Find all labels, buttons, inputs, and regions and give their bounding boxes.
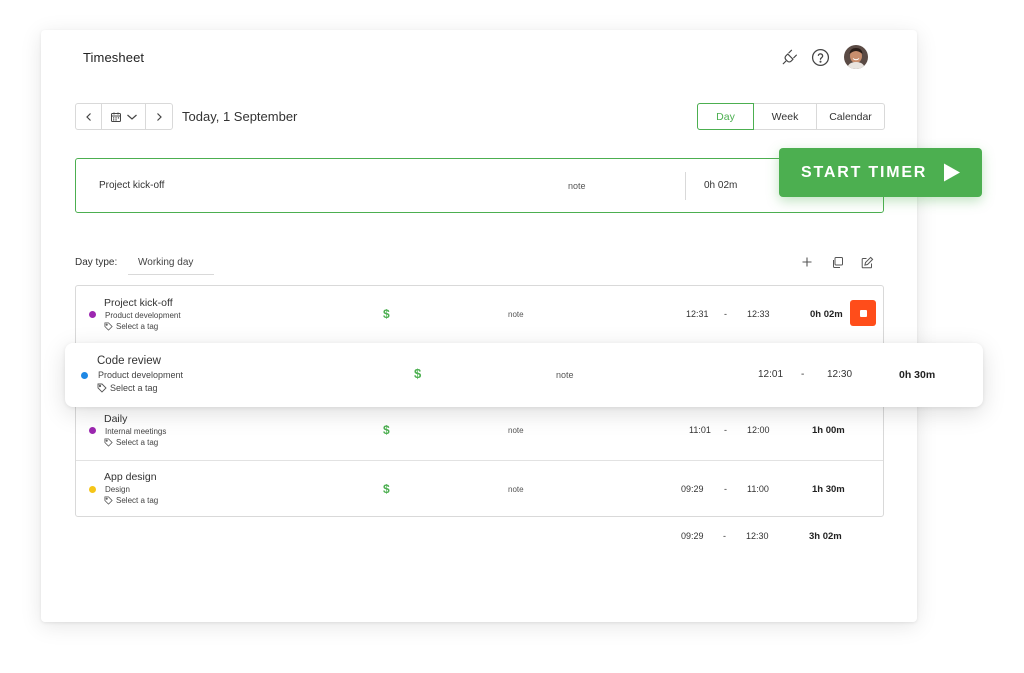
entry-note[interactable]: note <box>508 485 524 494</box>
table-row-dragging[interactable]: Code review Product development Select a… <box>65 343 983 407</box>
plug-icon[interactable] <box>779 46 801 68</box>
prev-day-button[interactable] <box>76 104 102 129</box>
timer-task-input[interactable]: Project kick-off <box>99 180 164 191</box>
copy-icon <box>832 256 843 268</box>
edit-icon <box>861 256 873 268</box>
help-icon[interactable] <box>809 46 831 68</box>
edit-entries-button[interactable] <box>859 254 875 270</box>
day-type-label: Day type: <box>75 257 118 268</box>
entry-project[interactable]: Design <box>105 485 130 494</box>
time-separator: - <box>724 484 727 494</box>
next-day-button[interactable] <box>146 104 172 129</box>
entry-note[interactable]: note <box>508 426 524 435</box>
billable-icon[interactable]: $ <box>383 423 390 437</box>
total-start-time: 09:29 <box>681 531 704 541</box>
tab-calendar[interactable]: Calendar <box>817 104 884 129</box>
date-navigator <box>75 103 173 130</box>
entry-end-time[interactable]: 11:00 <box>747 484 769 494</box>
entry-title[interactable]: Code review <box>97 355 161 367</box>
plus-icon <box>802 257 812 267</box>
timer-duration: 0h 02m <box>704 180 738 191</box>
current-date-label: Today, 1 September <box>182 109 298 124</box>
entry-duration: 1h 30m <box>812 484 845 495</box>
timer-panel: Project kick-off note 0h 02m <box>75 158 884 213</box>
tag-icon <box>97 383 107 393</box>
entry-duration: 0h 02m <box>810 309 843 320</box>
tag-selector[interactable]: Select a tag <box>104 322 158 331</box>
tag-selector[interactable]: Select a tag <box>104 438 158 447</box>
start-timer-button[interactable]: START TIMER <box>779 148 982 197</box>
copy-entries-button[interactable] <box>829 254 845 270</box>
view-tabs: Day Week Calendar <box>697 103 885 130</box>
billable-icon[interactable]: $ <box>383 482 390 496</box>
entry-end-time[interactable]: 12:00 <box>747 425 770 435</box>
project-color-dot <box>81 372 88 379</box>
entry-title[interactable]: Project kick-off <box>104 297 173 309</box>
project-color-dot <box>89 311 96 318</box>
total-duration: 3h 02m <box>809 531 842 542</box>
entry-project[interactable]: Product development <box>105 311 181 320</box>
avatar[interactable] <box>844 45 868 69</box>
entry-start-time[interactable]: 11:01 <box>689 425 711 435</box>
start-timer-label: START TIMER <box>801 163 928 181</box>
tag-icon <box>104 438 113 447</box>
entry-note[interactable]: note <box>556 370 574 380</box>
entry-title[interactable]: App design <box>104 471 157 483</box>
table-row[interactable]: App design Design Select a tag $ note 09… <box>76 461 883 518</box>
entry-project[interactable]: Internal meetings <box>105 427 166 436</box>
date-picker-button[interactable] <box>102 104 146 129</box>
tab-day[interactable]: Day <box>697 103 754 130</box>
project-color-dot <box>89 486 96 493</box>
entry-end-time[interactable]: 12:30 <box>827 369 852 380</box>
tag-label: Select a tag <box>116 438 159 447</box>
time-separator: - <box>801 369 805 380</box>
entry-start-time[interactable]: 12:31 <box>686 309 709 319</box>
entry-duration: 1h 00m <box>812 425 845 436</box>
entry-duration: 0h 30m <box>899 369 936 381</box>
table-row[interactable]: Daily Internal meetings Select a tag $ n… <box>76 402 883 460</box>
entry-start-time[interactable]: 09:29 <box>681 484 704 494</box>
page-title: Timesheet <box>83 50 145 65</box>
timer-note-input[interactable]: note <box>568 181 586 191</box>
table-row[interactable]: Project kick-off Product development Sel… <box>76 286 883 344</box>
tag-label: Select a tag <box>116 322 159 331</box>
totals-row: 09:29 - 12:30 3h 02m <box>75 528 884 548</box>
tag-selector[interactable]: Select a tag <box>97 383 158 393</box>
entry-note[interactable]: note <box>508 310 524 319</box>
chevron-left-icon <box>85 112 91 121</box>
calendar-icon <box>110 112 121 122</box>
project-color-dot <box>89 427 96 434</box>
entry-end-time[interactable]: 12:33 <box>747 309 770 319</box>
entry-start-time[interactable]: 12:01 <box>758 369 783 380</box>
stop-icon <box>859 309 867 317</box>
divider <box>685 172 686 200</box>
day-type-select[interactable]: Working day <box>128 250 214 275</box>
chevron-right-icon <box>157 112 162 121</box>
add-entry-button[interactable] <box>799 254 815 270</box>
time-separator: - <box>724 425 727 435</box>
play-icon <box>944 163 960 182</box>
tab-week[interactable]: Week <box>754 104 817 129</box>
tag-selector[interactable]: Select a tag <box>104 496 158 505</box>
billable-icon[interactable]: $ <box>383 307 390 321</box>
tag-label: Select a tag <box>110 383 158 393</box>
tag-label: Select a tag <box>116 496 159 505</box>
stop-timer-button[interactable] <box>850 300 876 326</box>
time-separator: - <box>724 309 727 319</box>
tag-icon <box>104 322 113 331</box>
timesheet-card: Timesheet Today, 1 September Day Week Ca… <box>41 30 917 622</box>
entry-title[interactable]: Daily <box>104 413 127 425</box>
time-separator: - <box>723 531 726 541</box>
entry-project[interactable]: Product development <box>98 370 183 380</box>
billable-icon[interactable]: $ <box>414 366 421 381</box>
chevron-down-icon <box>126 114 137 120</box>
tag-icon <box>104 496 113 505</box>
total-end-time: 12:30 <box>746 531 769 541</box>
